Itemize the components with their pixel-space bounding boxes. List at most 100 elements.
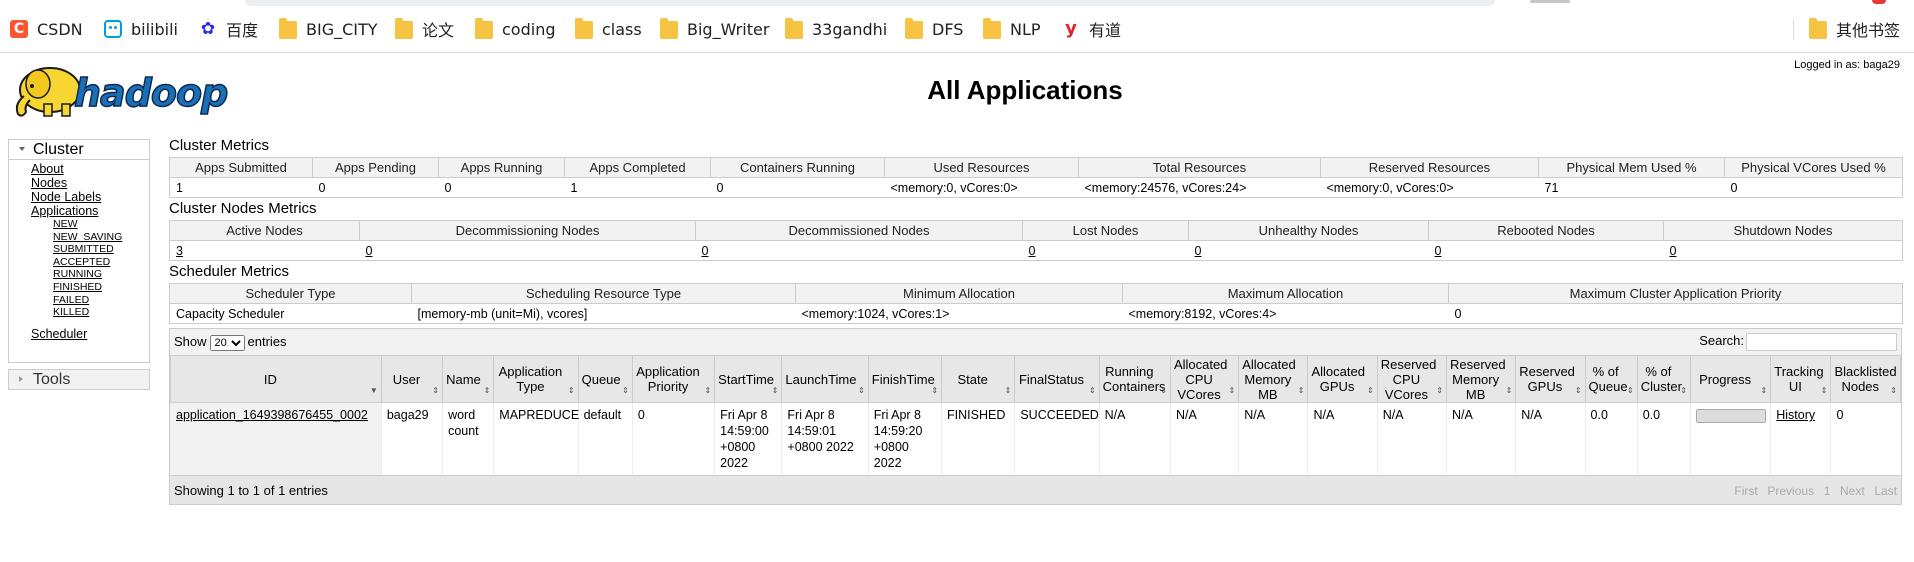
metric-value: 0 xyxy=(438,177,565,198)
bookmark-csdn[interactable]: C CSDN xyxy=(10,17,83,41)
nav-link-node-labels[interactable]: Node Labels xyxy=(31,190,149,204)
bookmark-coding[interactable]: coding xyxy=(475,17,555,41)
nav-link-nodes[interactable]: Nodes xyxy=(31,176,149,190)
col-reserved-vcores[interactable]: Reserved CPU VCores ⇕ xyxy=(1376,355,1448,403)
table-footer: Showing 1 to 1 of 1 entries First Previo… xyxy=(170,475,1901,504)
bookmark-other[interactable]: 其他书签 xyxy=(1809,17,1900,41)
nav-link-scheduler[interactable]: Scheduler xyxy=(31,327,149,341)
col-reserved-gpus[interactable]: Reserved GPUs ⇕ xyxy=(1515,355,1586,403)
col-pct-cluster[interactable]: % of Cluster ⇕ xyxy=(1636,355,1691,403)
col-state[interactable]: State ⇕ xyxy=(941,355,1016,403)
history-link[interactable]: History xyxy=(1776,408,1815,422)
sort-icon: ⇕ xyxy=(771,386,779,395)
pager-last[interactable]: Last xyxy=(1874,484,1897,498)
cell-name: word count xyxy=(442,402,494,475)
folder-icon xyxy=(279,18,297,39)
cell-priority: 0 xyxy=(631,402,715,475)
col-queue[interactable]: Queue ⇕ xyxy=(577,355,633,403)
col-start-time[interactable]: StartTime ⇕ xyxy=(714,355,783,403)
pager-previous[interactable]: Previous xyxy=(1767,484,1814,498)
col-launch-time[interactable]: LaunchTime ⇕ xyxy=(781,355,869,403)
sort-icon: ⇕ xyxy=(1627,386,1634,395)
metric-header: Maximum Allocation xyxy=(1122,283,1449,304)
scheduler-metrics-title: Scheduler Metrics xyxy=(169,263,290,280)
metric-header: Apps Submitted xyxy=(169,157,313,178)
col-tracking-ui[interactable]: Tracking UI ⇕ xyxy=(1770,355,1832,403)
bookmark-baidu[interactable]: ✿ 百度 xyxy=(199,17,258,41)
cell-queue: default xyxy=(577,402,633,475)
bookmark-bilibili[interactable]: bilibili xyxy=(104,17,178,41)
nav-link-applications[interactable]: Applications xyxy=(31,204,149,218)
nav-state-finished[interactable]: FINISHED xyxy=(53,281,149,294)
col-application-priority[interactable]: Application Priority ⇕ xyxy=(631,355,716,403)
col-application-type[interactable]: Application Type ⇕ xyxy=(493,355,579,403)
metric-header: Maximum Cluster Application Priority xyxy=(1448,283,1903,304)
metric-value: 1 xyxy=(169,177,313,198)
col-reserved-memory[interactable]: Reserved Memory MB ⇕ xyxy=(1445,355,1517,403)
lost-nodes-link[interactable]: 0 xyxy=(1029,244,1036,258)
profile-icon[interactable] xyxy=(1872,0,1886,4)
nav-tools-header[interactable]: Tools xyxy=(8,369,150,390)
nodes-metrics-table: Active Nodes Decommissioning Nodes Decom… xyxy=(169,220,1903,261)
decommissioning-nodes-link[interactable]: 0 xyxy=(366,244,373,258)
address-bar-button[interactable] xyxy=(1530,0,1570,3)
entries-per-page-select[interactable]: 20 xyxy=(209,334,245,351)
search-input[interactable] xyxy=(1746,333,1897,351)
bookmark-33gandhi[interactable]: 33gandhi xyxy=(785,17,887,41)
sort-icon: ⇕ xyxy=(1574,386,1582,395)
pager-page-1[interactable]: 1 xyxy=(1824,484,1831,498)
col-finish-time[interactable]: FinishTime ⇕ xyxy=(867,355,943,403)
metric-header: Apps Completed xyxy=(564,157,711,178)
col-pct-queue[interactable]: % of Queue ⇕ xyxy=(1584,355,1638,403)
nodes-metrics-header-row: Active Nodes Decommissioning Nodes Decom… xyxy=(169,220,1903,241)
youdao-icon: y xyxy=(1065,18,1077,39)
col-progress[interactable]: Progress ⇕ xyxy=(1689,355,1772,403)
unhealthy-nodes-link[interactable]: 0 xyxy=(1195,244,1202,258)
col-allocated-memory[interactable]: Allocated Memory MB ⇕ xyxy=(1238,355,1309,403)
col-id[interactable]: ID ▼ xyxy=(170,355,382,403)
col-blacklisted-nodes[interactable]: Blacklisted Nodes ⇕ xyxy=(1830,355,1901,403)
rebooted-nodes-link[interactable]: 0 xyxy=(1435,244,1442,258)
progress-fill xyxy=(1696,410,1765,422)
bookmark-youdao[interactable]: y 有道 xyxy=(1062,17,1121,41)
pager-next[interactable]: Next xyxy=(1840,484,1865,498)
bookmark-papers[interactable]: 论文 xyxy=(395,17,454,41)
nav-link-about[interactable]: About xyxy=(31,162,149,176)
metric-header: Minimum Allocation xyxy=(795,283,1123,304)
metric-header: Unhealthy Nodes xyxy=(1188,220,1429,241)
col-allocated-gpus[interactable]: Allocated GPUs ⇕ xyxy=(1307,355,1378,403)
bookmark-class[interactable]: class xyxy=(575,17,642,41)
col-user[interactable]: User ⇕ xyxy=(380,355,444,403)
shutdown-nodes-link[interactable]: 0 xyxy=(1670,244,1677,258)
nav-state-failed[interactable]: FAILED xyxy=(53,294,149,307)
bookmark-dfs[interactable]: DFS xyxy=(905,17,963,41)
nav-state-running[interactable]: RUNNING xyxy=(53,268,149,281)
col-name[interactable]: Name ⇕ xyxy=(442,355,495,403)
metric-value: [memory-mb (unit=Mi), vcores] xyxy=(411,303,796,324)
metric-header: Active Nodes xyxy=(169,220,360,241)
bookmark-nlp[interactable]: NLP xyxy=(983,17,1041,41)
nav-cluster-header[interactable]: Cluster xyxy=(8,139,150,160)
nav-state-killed[interactable]: KILLED xyxy=(53,306,149,319)
pager-first[interactable]: First xyxy=(1734,484,1757,498)
metric-value: <memory:1024, vCores:1> xyxy=(795,303,1123,324)
col-running-containers[interactable]: Running Containers ⇕ xyxy=(1098,355,1171,403)
sort-icon: ⇕ xyxy=(432,386,440,395)
applications-header-row: ID ▼ User ⇕ Name ⇕ Application Type ⇕ Queue ⇕… xyxy=(170,355,1901,403)
folder-icon xyxy=(475,18,493,39)
col-final-status[interactable]: FinalStatus ⇕ xyxy=(1014,355,1100,403)
logged-in-user: Logged in as: baga29 xyxy=(1794,59,1900,71)
sort-icon: ⇕ xyxy=(1820,386,1828,395)
decommissioned-nodes-link[interactable]: 0 xyxy=(702,244,709,258)
active-nodes-link[interactable]: 3 xyxy=(176,244,183,258)
nav-state-new-saving[interactable]: NEW_SAVING xyxy=(53,231,149,244)
bookmark-big-city[interactable]: BIG_CITY xyxy=(279,17,378,41)
col-allocated-vcores[interactable]: Allocated CPU VCores ⇕ xyxy=(1169,355,1240,403)
application-id-link[interactable]: application_1649398676455_0002 xyxy=(176,408,368,422)
nav-state-new[interactable]: NEW xyxy=(53,218,149,231)
cell-allocated-vcores: N/A xyxy=(1169,402,1239,475)
nav-state-submitted[interactable]: SUBMITTED xyxy=(53,243,149,256)
bookmarks-bar: C CSDN bilibili ✿ 百度 BIG_CITY 论文 coding … xyxy=(0,0,1914,53)
bookmark-big-writer[interactable]: Big_Writer xyxy=(660,17,769,41)
nav-state-accepted[interactable]: ACCEPTED xyxy=(53,256,149,269)
